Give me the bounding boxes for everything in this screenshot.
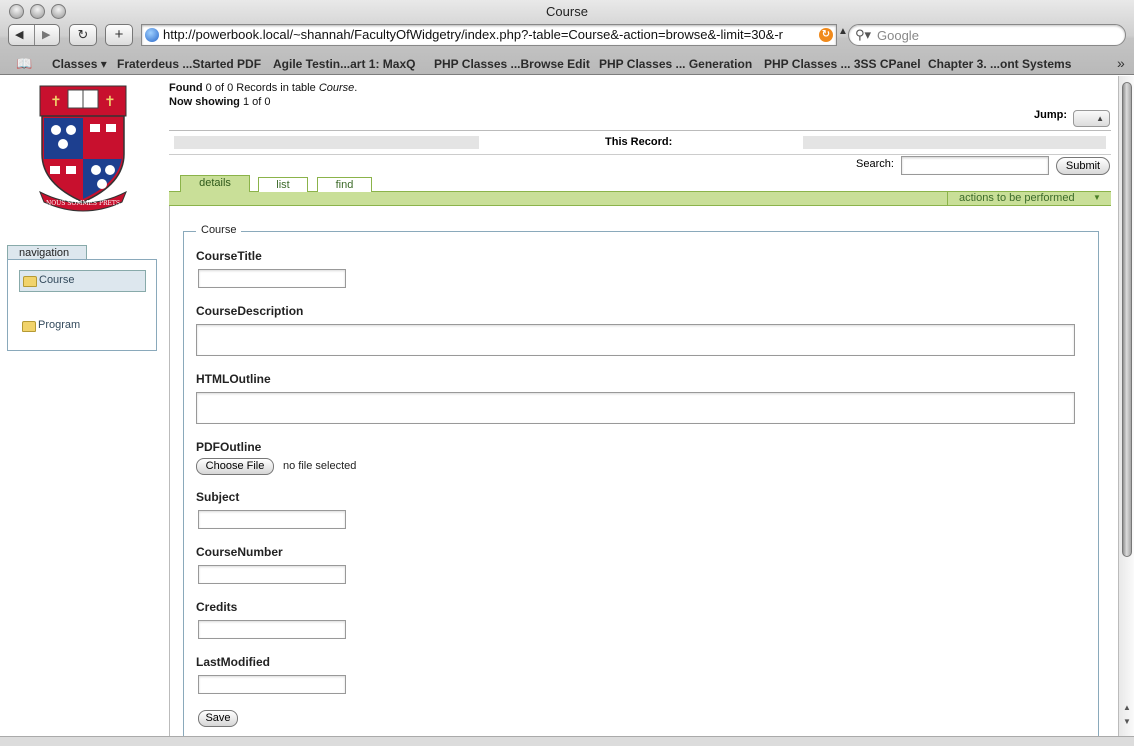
course-number-input[interactable] [198,565,346,584]
bookmarks-book-icon[interactable]: 📖 [16,56,32,72]
bookmark-item[interactable]: Agile Testin...art 1: MaxQ [273,57,415,71]
pdf-outline-label: PDFOutline [196,440,262,454]
nav-item-label: Course [39,274,75,286]
crest-motto: NOUS SOMMES PRETS [46,200,120,207]
table-name: Course [318,82,355,94]
divider [169,130,1111,131]
forward-arrow-icon[interactable]: ▶ [42,25,50,45]
navigation-title: navigation [7,245,87,260]
address-input[interactable]: http://powerbook.local/~shannah/FacultyO… [163,27,813,42]
bookmark-item[interactable]: PHP Classes ... 3SS CPanel [764,57,921,71]
course-number-label: CourseNumber [196,545,283,559]
course-fieldset: Course CourseTitle CourseDescription HTM… [183,224,1099,736]
add-bookmark-button[interactable]: + [105,24,133,46]
bookmark-item[interactable]: Chapter 3. ...ont Systems [928,57,1071,71]
credits-input[interactable] [198,620,346,639]
bookmarks-bar: 📖 Classes ▾ Fraterdeus ...Started PDF Ag… [0,54,1134,74]
rss-icon[interactable]: ↻ [819,28,833,42]
more-bookmarks-icon[interactable]: » [1117,55,1125,71]
credits-label: Credits [196,600,238,614]
now-showing-text: Now showing 1 of 0 [169,96,270,108]
actions-label: actions to be performed [959,192,1075,204]
save-button[interactable]: Save [198,710,238,727]
chevron-up-icon[interactable]: ▲ [838,26,848,37]
actions-menu[interactable]: actions to be performed ▼ [947,191,1111,206]
browser-window: Course ◀ ▶ ↻ + http://powerbook.local/~s… [0,0,1134,746]
browser-chrome: Course ◀ ▶ ↻ + http://powerbook.local/~s… [0,0,1134,75]
showing-word: Now showing [169,96,240,108]
subject-input[interactable] [198,510,346,529]
last-modified-label: LastModified [196,655,270,669]
vertical-scrollbar[interactable]: ▲ ▼ [1118,76,1134,736]
this-record-label: This Record: [605,136,673,148]
fieldset-legend: Course [196,224,242,236]
reload-button[interactable]: ↻ [69,24,97,46]
back-forward-buttons[interactable]: ◀ ▶ [8,24,60,46]
folder-icon [23,276,37,287]
tab-list[interactable]: list [258,177,308,192]
no-file-status: no file selected [283,460,357,472]
svg-text:✝: ✝ [104,94,116,110]
choose-file-button[interactable]: Choose File [196,458,274,475]
html-outline-label: HTMLOutline [196,372,271,386]
back-arrow-icon[interactable]: ◀ [15,25,23,45]
folder-icon [22,321,36,332]
submit-button[interactable]: Submit [1056,157,1110,175]
record-search-input[interactable] [901,156,1049,175]
showing-count: 1 of 0 [242,96,271,108]
globe-icon [145,28,159,42]
title-bar: Course [0,0,1134,22]
page-content: ✝ ✝ NOUS SOMMES PRETS navigation Course … [0,76,1118,736]
search-label: Search: [856,158,894,170]
nav-item-program[interactable]: Program [19,316,146,338]
course-description-label: CourseDescription [196,304,304,318]
nav-item-label: Program [38,319,81,331]
navigation-panel: Course Program [7,259,157,351]
found-count: 0 of 0 Records in table [205,82,316,94]
search-placeholder: Google [877,28,919,43]
svg-text:✝: ✝ [50,94,62,110]
tab-find[interactable]: find [317,177,372,192]
course-title-label: CourseTitle [196,249,262,263]
record-form: Course CourseTitle CourseDescription HTM… [169,206,1111,736]
last-modified-input[interactable] [198,675,346,694]
bookmark-item[interactable]: Fraterdeus ...Started PDF [117,57,261,71]
divider [169,154,1111,155]
found-records-text: Found 0 of 0 Records in table Course. [169,82,358,94]
reload-icon: ↻ [77,27,89,42]
bookmark-item[interactable]: PHP Classes ... Generation [599,57,752,71]
bookmark-item[interactable]: PHP Classes ...Browse Edit [434,57,590,71]
tab-details[interactable]: details [180,175,250,192]
search-field[interactable]: ⚲▾ Google [848,24,1126,46]
nav-item-course[interactable]: Course [19,270,146,292]
course-title-input[interactable] [198,269,346,288]
window-bottom-edge [0,736,1134,746]
scrollbar-thumb[interactable] [1122,82,1132,557]
window-title: Course [546,4,588,19]
triangle-down-icon: ▼ [1093,193,1101,202]
scroll-down-arrow-icon[interactable]: ▼ [1123,717,1131,726]
university-crest-logo: ✝ ✝ NOUS SOMMES PRETS [39,85,127,212]
found-word: Found [169,82,203,94]
bookmark-item[interactable]: Classes ▾ [52,57,107,71]
next-record-bar[interactable] [803,136,1106,149]
jump-label: Jump: [1034,109,1067,121]
plus-icon: + [114,26,124,43]
html-outline-textarea[interactable] [196,392,1075,424]
previous-record-bar[interactable] [174,136,479,149]
jump-select[interactable]: ▲ [1073,110,1110,127]
address-bar[interactable]: http://powerbook.local/~shannah/FacultyO… [141,24,837,46]
scroll-up-arrow-icon[interactable]: ▲ [1123,703,1131,712]
magnifier-icon[interactable]: ⚲▾ [855,27,871,43]
course-description-textarea[interactable] [196,324,1075,356]
button-divider [34,25,35,45]
subject-label: Subject [196,490,240,504]
